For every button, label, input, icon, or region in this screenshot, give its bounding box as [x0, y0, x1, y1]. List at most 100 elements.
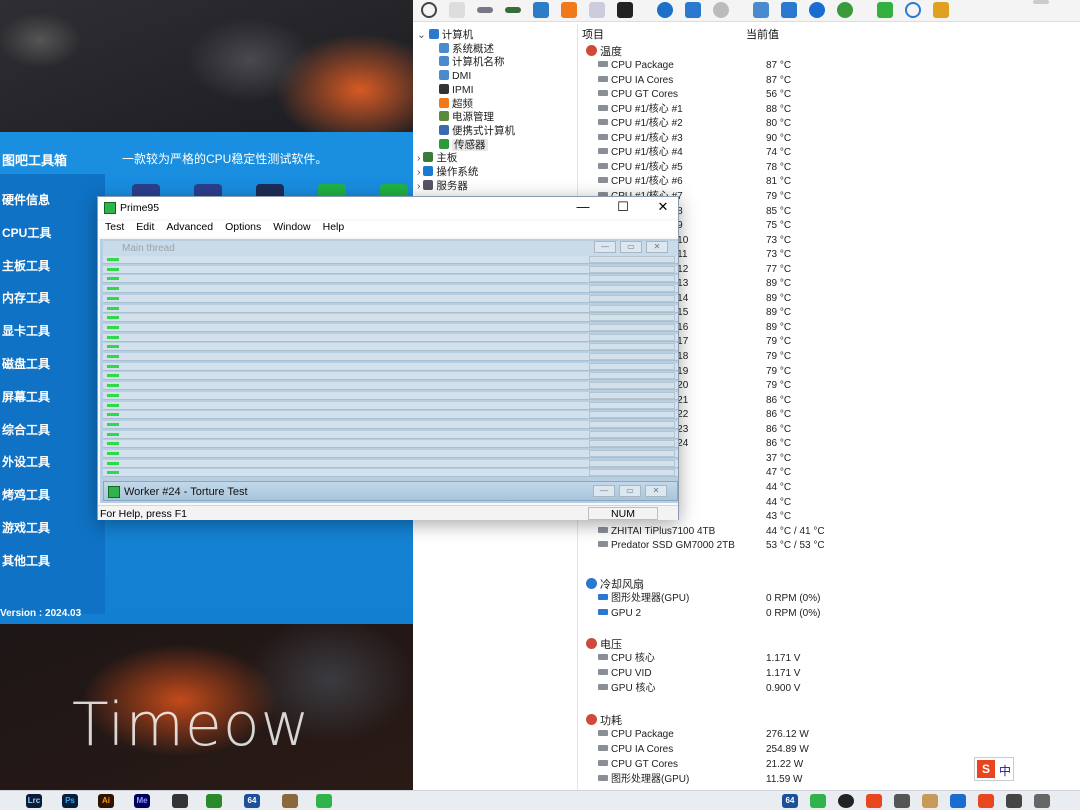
mdi-minimize-icon[interactable]: — [594, 241, 616, 253]
taskbar-toolbox-icon[interactable] [282, 794, 298, 808]
ime-indicator[interactable]: S 中 [974, 757, 1014, 781]
sensor-row[interactable]: CPU 核心 1.171 V [598, 651, 800, 666]
worker-window-buttons[interactable] [589, 450, 675, 457]
tray-bluetooth-icon[interactable] [950, 794, 966, 808]
worker-window-titlebar[interactable] [103, 382, 678, 391]
minimize-icon[interactable]: — [576, 199, 590, 215]
tree-item[interactable]: › 操作系统 [417, 165, 478, 179]
monitor-icon[interactable] [753, 2, 769, 18]
worker-window-titlebar[interactable] [103, 440, 678, 449]
toolbox-sidebar-item[interactable]: 磁盘工具 [2, 355, 50, 372]
tree-item[interactable]: IPMI [439, 83, 474, 97]
worker-window-buttons[interactable] [589, 285, 675, 293]
toolbox-sidebar-item[interactable]: 其他工具 [2, 552, 50, 569]
worker-window-titlebar[interactable] [103, 411, 678, 420]
sensor-row[interactable]: CPU #1/核心 #3 90 °C [598, 131, 791, 146]
tray-sogou-icon[interactable] [978, 794, 994, 808]
worker-window-titlebar[interactable] [103, 285, 678, 294]
worker-window-buttons[interactable] [589, 420, 675, 428]
taskbar-photoshop-icon[interactable]: Ps [62, 794, 78, 808]
sensor-row[interactable]: 图形处理器(GPU) 0 RPM (0%) [598, 591, 820, 606]
menu-test[interactable]: Test [105, 221, 124, 237]
flame-icon[interactable] [561, 2, 577, 18]
worker-restore-icon[interactable]: ▭ [619, 485, 641, 497]
worker-window-titlebar[interactable] [103, 372, 678, 381]
hardware-icon[interactable] [477, 7, 493, 13]
tray-prime95-icon[interactable] [810, 794, 826, 808]
toolbox-sidebar-item[interactable]: 显卡工具 [2, 322, 50, 339]
sensor-row[interactable]: CPU IA Cores 87 °C [598, 73, 791, 88]
toolbox-sidebar-item[interactable]: 内存工具 [2, 289, 50, 306]
toolbox-sidebar-item[interactable]: 烤鸡工具 [2, 486, 50, 503]
tree-item[interactable]: 电源管理 [439, 110, 494, 124]
menu-advanced[interactable]: Advanced [166, 221, 213, 237]
main-thread-window[interactable]: Main thread — ▭ ✕ [103, 241, 678, 256]
sensor-row[interactable]: CPU #1/核心 #6 81 °C [598, 174, 791, 189]
mdi-restore-icon[interactable]: ▭ [620, 241, 642, 253]
worker-window-buttons[interactable] [589, 333, 675, 341]
sensor-row[interactable]: CPU VID 1.171 V [598, 666, 800, 681]
toolbox-sidebar-item[interactable]: 游戏工具 [2, 519, 50, 536]
worker-window-buttons[interactable] [589, 440, 675, 448]
taskbar-media-encoder-icon[interactable]: Me [134, 794, 150, 808]
tree-item[interactable]: 便携式计算机 [439, 124, 515, 138]
worker-window-titlebar[interactable] [103, 265, 678, 274]
worker-window-titlebar[interactable] [103, 459, 678, 468]
worker-window-buttons[interactable] [589, 391, 675, 399]
clock-icon[interactable] [713, 2, 729, 18]
sensor-row[interactable]: GPU 2 0 RPM (0%) [598, 606, 820, 621]
menu-icon[interactable] [1033, 0, 1049, 4]
tree-item[interactable]: 超频 [439, 97, 473, 111]
tray-cat-icon[interactable] [922, 794, 938, 808]
tray-qq-icon[interactable] [838, 794, 854, 808]
taskbar-prime95-icon[interactable] [316, 794, 332, 808]
sensor-row[interactable]: CPU Package 87 °C [598, 58, 791, 73]
worker-window-titlebar[interactable] [103, 304, 678, 313]
toolbox-sidebar-item[interactable]: CPU工具 [2, 224, 51, 241]
toolbox-sidebar-item[interactable]: 主板工具 [2, 257, 50, 274]
tray-arrow-icon[interactable] [894, 794, 910, 808]
search-icon[interactable] [905, 2, 921, 18]
sensor-row[interactable]: CPU #1/核心 #2 80 °C [598, 116, 791, 131]
column-header-item[interactable]: 项目 [582, 26, 604, 42]
worker-window-buttons[interactable] [589, 256, 675, 263]
sensor-row[interactable]: CPU IA Cores 254.89 W [598, 742, 809, 757]
worker-window-buttons[interactable] [589, 401, 675, 409]
worker-window-titlebar[interactable] [103, 353, 678, 361]
sensor-row[interactable]: ZHITAI TiPlus7100 4TB 44 °C / 41 °C [598, 524, 825, 539]
menu-options[interactable]: Options [225, 221, 261, 237]
chart-icon[interactable] [933, 2, 949, 18]
close-icon[interactable]: ✕ [656, 199, 670, 215]
worker-window-buttons[interactable] [589, 275, 675, 283]
worker-window-buttons[interactable] [589, 343, 675, 351]
worker-window-titlebar[interactable] [103, 294, 678, 303]
taskbar-illustrator-icon[interactable]: Ai [98, 794, 114, 808]
worker-window-titlebar[interactable] [103, 362, 678, 371]
menu-help[interactable]: Help [323, 221, 345, 237]
calendar-icon[interactable] [589, 2, 605, 18]
toolbox-sidebar-item[interactable]: 硬件信息 [2, 191, 50, 208]
tree-item[interactable]: 计算机名称 [439, 55, 505, 69]
worker-window-titlebar[interactable] [103, 430, 678, 439]
tree-item[interactable]: 传感器 [439, 138, 488, 152]
sensor-row[interactable]: CPU #1/核心 #1 88 °C [598, 102, 791, 117]
worker-window-buttons[interactable] [589, 304, 675, 312]
tree-item[interactable]: DMI [439, 69, 471, 83]
refresh-icon[interactable] [421, 2, 437, 18]
worker-window-buttons[interactable] [589, 353, 675, 360]
worker-window-buttons[interactable] [589, 411, 675, 419]
worker-window-titlebar[interactable] [103, 343, 678, 352]
sensor-row[interactable]: CPU #1/核心 #5 78 °C [598, 160, 791, 175]
toolbox-sidebar-item[interactable]: 外设工具 [2, 453, 50, 470]
worker-window-titlebar[interactable] [103, 401, 678, 410]
worker-window-buttons[interactable] [589, 459, 675, 467]
sensor-row[interactable]: CPU GT Cores 21.22 W [598, 757, 803, 772]
worker-window-titlebar[interactable] [103, 450, 678, 458]
user-icon[interactable] [617, 2, 633, 18]
worker-window-titlebar[interactable] [103, 256, 678, 264]
sensor-row[interactable]: GPU 核心 0.900 V [598, 681, 800, 696]
worker-window-titlebar[interactable] [103, 323, 678, 332]
prime95-titlebar[interactable]: Prime95 — ☐ ✕ [98, 197, 678, 219]
worker-window-titlebar[interactable] [103, 391, 678, 400]
chevron-down-icon[interactable]: ⌄ [417, 29, 429, 41]
